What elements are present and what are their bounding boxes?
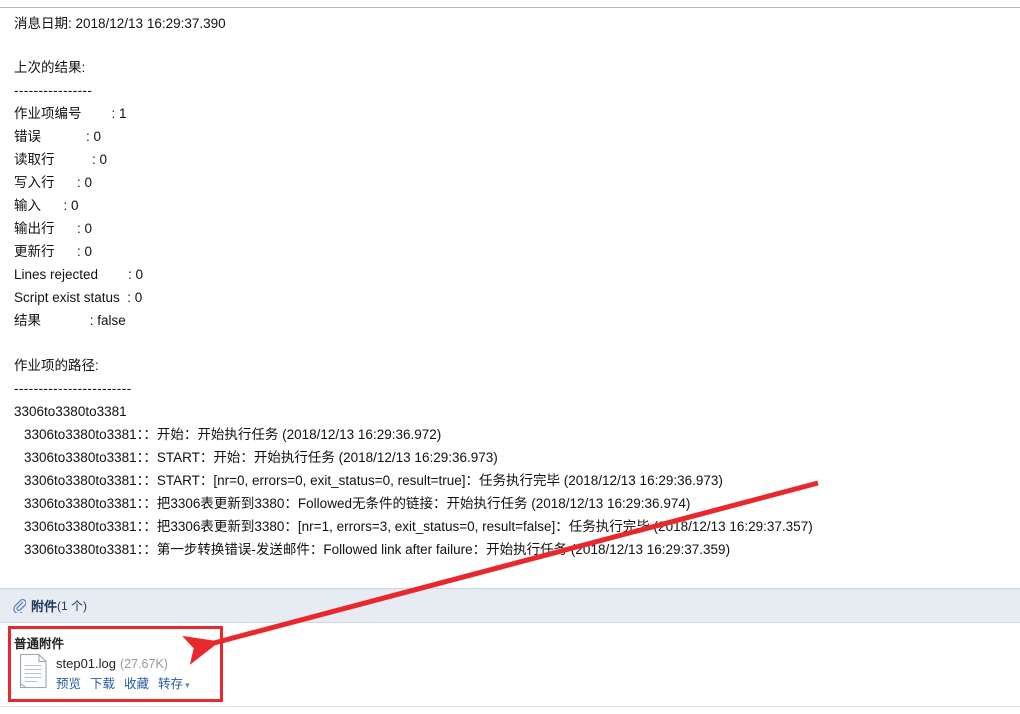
download-link[interactable]: 下载 [90,677,115,691]
attachment-item[interactable]: step01.log (27.67K) 预览 下载 收藏 转存 ▾ [18,653,190,694]
log-line: 3306to3380to3381：：开始：开始执行任务 (2018/12/13 … [24,427,442,442]
message-body: 消息日期: 2018/12/13 16:29:37.390 上次的结果: ---… [0,8,1020,561]
paperclip-icon [12,598,26,614]
stat-row: 写入行 : 0 [14,175,93,190]
log-line: 3306to3380to3381：：START：开始：开始执行任务 (2018/… [24,450,498,465]
attachment-meta: step01.log (27.67K) 预览 下载 收藏 转存 ▾ [56,653,190,694]
log-line: 3306to3380to3381：：把3306表更新到3380：[nr=1, e… [24,519,813,534]
log-line: 3306to3380to3381：：把3306表更新到3380：Followed… [24,496,691,511]
log-line: 3306to3380to3381：：START：[nr=0, errors=0,… [24,473,723,488]
save-to-link[interactable]: 转存 [158,677,183,691]
job-root-path: 3306to3380to3381 [14,404,127,419]
stat-row: Script exist status : 0 [14,290,143,305]
stat-row: 输出行 : 0 [14,221,93,236]
attachment-file-size: (27.67K) [120,657,168,671]
result-divider: ---------------- [14,83,93,98]
result-section-title: 上次的结果: [14,60,86,75]
attachment-group-label: 普通附件 [14,637,65,651]
attachment-bar[interactable]: 附件 (1 个) [0,588,1020,623]
email-message-page: 消息日期: 2018/12/13 16:29:37.390 上次的结果: ---… [0,0,1020,714]
message-date: 消息日期: 2018/12/13 16:29:37.390 [14,16,226,31]
stat-row: 读取行 : 0 [14,152,108,167]
stat-row: 结果 : false [14,313,126,328]
stat-row: 输入 : 0 [14,198,79,213]
attachment-actions: 预览 下载 收藏 转存 ▾ [56,675,190,694]
favorite-link[interactable]: 收藏 [124,677,149,691]
path-section-title: 作业项的路径: [14,358,99,373]
stat-row: 更新行 : 0 [14,244,93,259]
attachment-panel-bottom-divider [0,706,1020,707]
log-line: 3306to3380to3381：：第一步转换错误-发送邮件：Followed … [24,542,731,557]
document-file-icon [18,653,48,689]
attachment-count: (1 个) [57,599,88,613]
chevron-down-icon[interactable]: ▾ [185,680,190,690]
preview-link[interactable]: 预览 [56,677,81,691]
stat-row: 作业项编号 : 1 [14,106,127,121]
attachment-file-name[interactable]: step01.log [56,656,116,671]
stat-row: Lines rejected : 0 [14,267,144,282]
stat-row: 错误 : 0 [14,129,102,144]
attachment-bar-title: 附件 [31,599,58,614]
path-divider: ------------------------ [14,381,132,396]
attachment-name-row: step01.log (27.67K) [56,655,190,673]
